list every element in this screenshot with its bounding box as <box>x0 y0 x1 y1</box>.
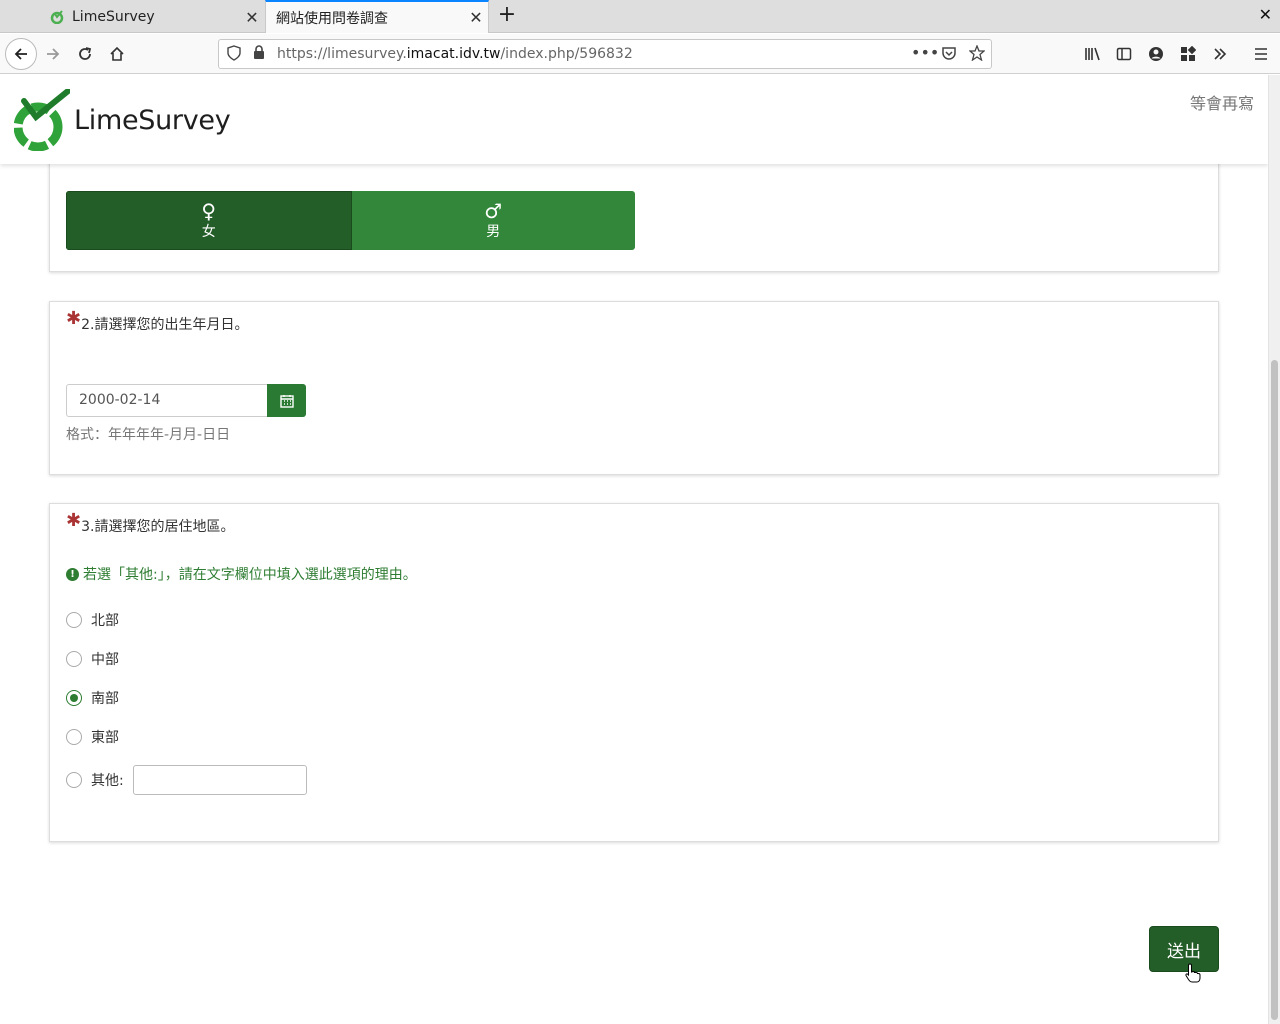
page-scrollbar[interactable] <box>1268 75 1280 1024</box>
resume-later-link[interactable]: 等會再寫 <box>1190 90 1254 114</box>
birthdate-input[interactable]: 2000-02-14 <box>66 384 268 417</box>
region-option-south[interactable]: 南部 <box>66 688 119 708</box>
sidebar-icon[interactable] <box>1111 41 1137 67</box>
date-format-hint: 格式：年年年年-月月-日日 <box>66 427 231 443</box>
overflow-menu-icon[interactable] <box>1207 41 1233 67</box>
limesurvey-logo-icon <box>14 89 70 151</box>
region-option-central[interactable]: 中部 <box>66 649 119 669</box>
radio-button-checked[interactable] <box>66 690 82 706</box>
browser-nav-bar: https://limesurvey.imacat.idv.tw/index.p… <box>0 34 1280 74</box>
other-text-input[interactable] <box>132 765 307 795</box>
male-icon: ♂ <box>484 198 503 223</box>
shield-icon[interactable] <box>227 45 241 65</box>
new-tab-icon[interactable]: + <box>496 4 518 28</box>
tab-title: 網站使用問卷調查 <box>276 10 388 27</box>
question-region: ✱3.請選擇您的居住地區。 ! 若選「其他:」，請在文字欄位中填入選此選項的理由。… <box>49 503 1219 842</box>
submit-button[interactable]: 送出 <box>1149 926 1219 972</box>
calendar-button[interactable] <box>267 384 306 417</box>
exclamation-circle-icon: ! <box>66 567 79 581</box>
home-icon[interactable] <box>104 41 130 67</box>
site-header: LimeSurvey 等會再寫 <box>0 75 1268 164</box>
bookmark-star-icon[interactable] <box>968 44 986 65</box>
required-asterisk-icon: ✱ <box>66 510 82 531</box>
back-icon[interactable] <box>5 38 37 70</box>
gender-female-button[interactable]: ♀ 女 <box>66 191 352 250</box>
page-content: LimeSurvey 等會再寫 ♀ 女 ♂ 男 ✱2.請選擇您的出生年月日。 2… <box>0 75 1268 1024</box>
question-title: ✱3.請選擇您的居住地區。 <box>66 510 235 535</box>
region-option-north[interactable]: 北部 <box>66 610 119 630</box>
forward-icon[interactable] <box>40 41 66 67</box>
tab-limesurvey[interactable]: LimeSurvey ✕ <box>40 1 264 33</box>
account-icon[interactable] <box>1143 41 1169 67</box>
pocket-icon[interactable] <box>941 45 957 65</box>
gender-male-label: 男 <box>486 223 501 240</box>
radio-button[interactable] <box>66 772 82 788</box>
logo-text: LimeSurvey <box>74 104 231 136</box>
url-text: https://limesurvey.imacat.idv.tw/index.p… <box>277 46 633 62</box>
more-actions-icon[interactable]: ••• <box>911 43 939 62</box>
site-logo[interactable]: LimeSurvey <box>14 89 231 151</box>
reload-icon[interactable] <box>72 41 98 67</box>
female-icon: ♀ <box>201 198 217 223</box>
hamburger-menu-icon[interactable] <box>1248 41 1274 67</box>
tab-title: LimeSurvey <box>72 9 155 25</box>
question-hint: ! 若選「其他:」，請在文字欄位中填入選此選項的理由。 <box>66 564 417 584</box>
lock-icon[interactable] <box>253 45 265 63</box>
region-option-east[interactable]: 東部 <box>66 727 119 747</box>
extensions-icon[interactable] <box>1175 41 1201 67</box>
scrollbar-thumb[interactable] <box>1271 360 1278 1020</box>
calendar-icon <box>279 394 294 408</box>
gender-male-button[interactable]: ♂ 男 <box>351 191 635 250</box>
radio-button[interactable] <box>66 729 82 745</box>
hand-cursor-icon <box>1185 963 1201 987</box>
tab-close-icon[interactable]: ✕ <box>240 8 264 27</box>
radio-button[interactable] <box>66 612 82 628</box>
tab-close-icon[interactable]: ✕ <box>464 8 488 27</box>
gender-button-group: ♀ 女 ♂ 男 <box>66 191 635 250</box>
window-close-icon[interactable]: ✕ <box>1259 5 1272 24</box>
limesurvey-favicon-icon <box>50 10 64 24</box>
radio-button[interactable] <box>66 651 82 667</box>
library-icon[interactable] <box>1080 41 1106 67</box>
question-title: ✱2.請選擇您的出生年月日。 <box>66 308 249 333</box>
url-bar[interactable]: https://limesurvey.imacat.idv.tw/index.p… <box>218 39 992 69</box>
question-birthdate: ✱2.請選擇您的出生年月日。 2000-02-14 格式：年年年年-月月-日日 <box>49 301 1219 475</box>
tab-survey[interactable]: 網站使用問卷調查 ✕ <box>265 0 489 33</box>
required-asterisk-icon: ✱ <box>66 308 82 329</box>
region-option-other[interactable]: 其他: <box>66 765 307 795</box>
gender-female-label: 女 <box>201 223 216 240</box>
browser-tab-bar: LimeSurvey ✕ 網站使用問卷調查 ✕ + ✕ <box>0 0 1280 33</box>
